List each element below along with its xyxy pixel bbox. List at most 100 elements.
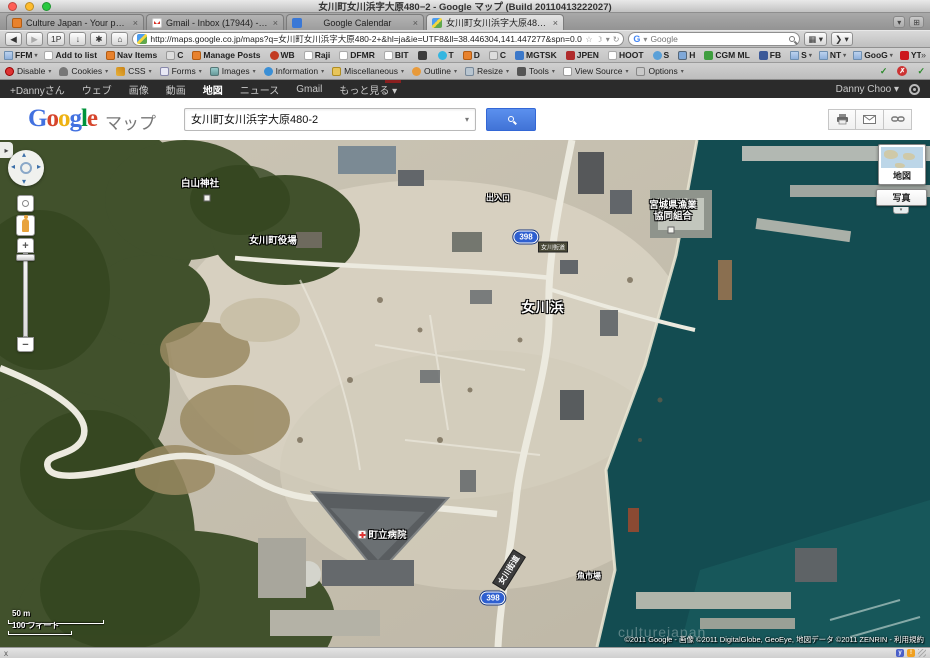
- zoom-slider-track[interactable]: [23, 253, 28, 337]
- addon-icon-2[interactable]: !: [907, 649, 915, 657]
- tab-list-caret[interactable]: ▾: [893, 16, 905, 28]
- google-bar-link[interactable]: ニュース: [240, 82, 280, 97]
- bookmark-item[interactable]: FB: [759, 50, 783, 60]
- maptype-satellite-button[interactable]: 写真: [876, 189, 927, 206]
- panel-collapse-arrow[interactable]: ▸: [0, 142, 13, 158]
- onepassword-button[interactable]: 1P: [47, 32, 65, 46]
- addon-icon-1[interactable]: y: [896, 649, 904, 657]
- zoom-slider-handle[interactable]: [16, 254, 35, 261]
- bookmark-item[interactable]: DFMR: [339, 50, 377, 60]
- url-bar[interactable]: http://maps.google.co.jp/maps?q=女川町女川浜字大…: [132, 32, 624, 46]
- print-button[interactable]: [828, 109, 856, 130]
- resize-grip[interactable]: [918, 649, 926, 657]
- search-bar[interactable]: G ▾: [628, 32, 800, 46]
- all-tabs-button[interactable]: ⊞: [909, 16, 924, 28]
- webdev-menu-item[interactable]: Forms ▾: [160, 66, 202, 76]
- bookmark-item[interactable]: Raji: [304, 50, 333, 60]
- email-button[interactable]: [856, 109, 884, 130]
- webdev-menu-item[interactable]: Outline ▾: [412, 66, 457, 76]
- maps-search-button[interactable]: [486, 108, 536, 131]
- webdev-menu-item[interactable]: View Source ▾: [563, 66, 629, 76]
- bookmark-item[interactable]: S: [653, 50, 672, 60]
- webdev-menu-item[interactable]: Options ▾: [636, 66, 683, 76]
- google-bar-link[interactable]: ウェブ: [82, 82, 112, 97]
- map-canvas[interactable]: 白山神社 女川町役場 出入口 398 女川街道 宮城県漁業 協同組合 女川浜 町…: [0, 140, 930, 647]
- bookmark-item[interactable]: BIT: [384, 50, 411, 60]
- reload-icon[interactable]: ↻: [613, 35, 620, 44]
- bookmark-item[interactable]: JPEN: [566, 50, 601, 60]
- magnifier-icon[interactable]: [789, 36, 795, 42]
- pan-left-arrow[interactable]: ◂: [11, 162, 15, 171]
- bookmark-item[interactable]: NT ▾: [819, 50, 846, 60]
- forward-button[interactable]: ▶: [26, 32, 43, 46]
- google-bar-link[interactable]: 地図: [203, 82, 223, 97]
- zoom-out-button[interactable]: −: [17, 337, 34, 352]
- download-button[interactable]: ↓: [69, 32, 86, 46]
- webdev-menu-item[interactable]: Resize ▾: [465, 66, 509, 76]
- bookmark-item[interactable]: Add to list: [44, 50, 99, 60]
- tab-close-icon[interactable]: ×: [133, 18, 138, 28]
- gear-icon[interactable]: [909, 84, 920, 95]
- street-view-pegman[interactable]: [16, 215, 35, 236]
- maps-search-input[interactable]: [191, 113, 465, 125]
- bookmark-item[interactable]: HOOT: [608, 50, 646, 60]
- bookmark-item[interactable]: GooG ▾: [853, 50, 893, 60]
- bookmark-item[interactable]: H: [678, 50, 697, 60]
- maptype-options-caret[interactable]: ▾: [893, 207, 909, 214]
- bookmark-item[interactable]: FFM ▾: [4, 50, 37, 60]
- back-button[interactable]: ◀: [5, 32, 22, 46]
- bookmark-item[interactable]: C: [166, 50, 185, 60]
- webdev-menu-item[interactable]: Cookies ▾: [59, 66, 108, 76]
- google-bar-link[interactable]: +Dannyさん: [10, 82, 65, 97]
- tab-close-icon[interactable]: ×: [273, 18, 278, 28]
- tab-close-icon[interactable]: ×: [553, 18, 558, 28]
- pan-center-button[interactable]: [20, 162, 32, 174]
- bookmark-item[interactable]: WB: [270, 50, 297, 60]
- bookmark-item[interactable]: S ▾: [790, 50, 812, 60]
- browser-tab[interactable]: Google Calendar ×: [286, 14, 424, 30]
- browser-tab[interactable]: Culture Japan - Your portal to J... ×: [6, 14, 144, 30]
- web-search-input[interactable]: [650, 34, 786, 44]
- url-dropdown-caret[interactable]: ▾: [606, 35, 610, 44]
- bookmark-item[interactable]: Manage Posts: [192, 50, 262, 60]
- google-bar-link[interactable]: Gmail: [296, 84, 322, 95]
- addon-moon-icon[interactable]: ☽: [596, 35, 603, 44]
- bookmark-item[interactable]: Nav Items: [106, 50, 159, 60]
- browser-tab[interactable]: 女川町女川浜字大原480-2 - Goog... ×: [426, 14, 564, 30]
- google-bar-link[interactable]: 画像: [129, 82, 149, 97]
- home-button[interactable]: ⌂: [111, 32, 128, 46]
- bookmark-item[interactable]: CGM ML: [704, 50, 751, 60]
- pan-right-arrow[interactable]: ▸: [37, 162, 41, 171]
- bookmark-item[interactable]: T: [438, 50, 456, 60]
- maps-search-box[interactable]: ▾: [184, 108, 476, 131]
- extension-button[interactable]: ✱: [90, 32, 107, 46]
- toolbar-extension-1[interactable]: ▦ ▾: [804, 32, 827, 46]
- search-history-caret[interactable]: ▾: [465, 115, 469, 124]
- link-button[interactable]: [884, 109, 912, 130]
- account-menu[interactable]: Danny Choo ▾: [836, 84, 899, 95]
- search-engine-caret[interactable]: ▾: [643, 35, 647, 44]
- bookmark-item[interactable]: YT: [900, 50, 921, 60]
- bookmarks-overflow-chevron[interactable]: »: [921, 50, 926, 60]
- zoom-in-button[interactable]: +: [17, 238, 34, 253]
- bookmark-item[interactable]: C: [489, 50, 508, 60]
- webdev-menu-item[interactable]: Disable ▾: [5, 66, 51, 76]
- webdev-menu-item[interactable]: CSS ▾: [116, 66, 152, 76]
- statusbar-close-icon[interactable]: x: [4, 649, 8, 658]
- pan-down-arrow[interactable]: ▾: [22, 177, 26, 186]
- validation-check-icon[interactable]: ✓: [880, 66, 888, 77]
- bookmark-star-icon[interactable]: ☆: [585, 35, 592, 44]
- webdev-menu-item[interactable]: Images ▾: [210, 66, 256, 76]
- bookmark-item[interactable]: MGTSK: [515, 50, 559, 60]
- maptype-map-button[interactable]: 地図: [878, 144, 926, 185]
- reset-view-button[interactable]: [17, 195, 34, 212]
- validation-check-icon-2[interactable]: ✓: [917, 66, 925, 77]
- google-bar-link[interactable]: 動画: [166, 82, 186, 97]
- toolbar-extension-2[interactable]: ❯ ▾: [831, 32, 853, 46]
- error-indicator-icon[interactable]: ✗: [897, 66, 907, 76]
- google-bar-link[interactable]: もっと見る ▾: [339, 82, 397, 97]
- webdev-menu-item[interactable]: Information ▾: [264, 66, 325, 76]
- pan-up-arrow[interactable]: ▴: [22, 150, 26, 159]
- browser-tab[interactable]: Gmail - Inbox (17944) - dannyc... ×: [146, 14, 284, 30]
- tab-close-icon[interactable]: ×: [413, 18, 418, 28]
